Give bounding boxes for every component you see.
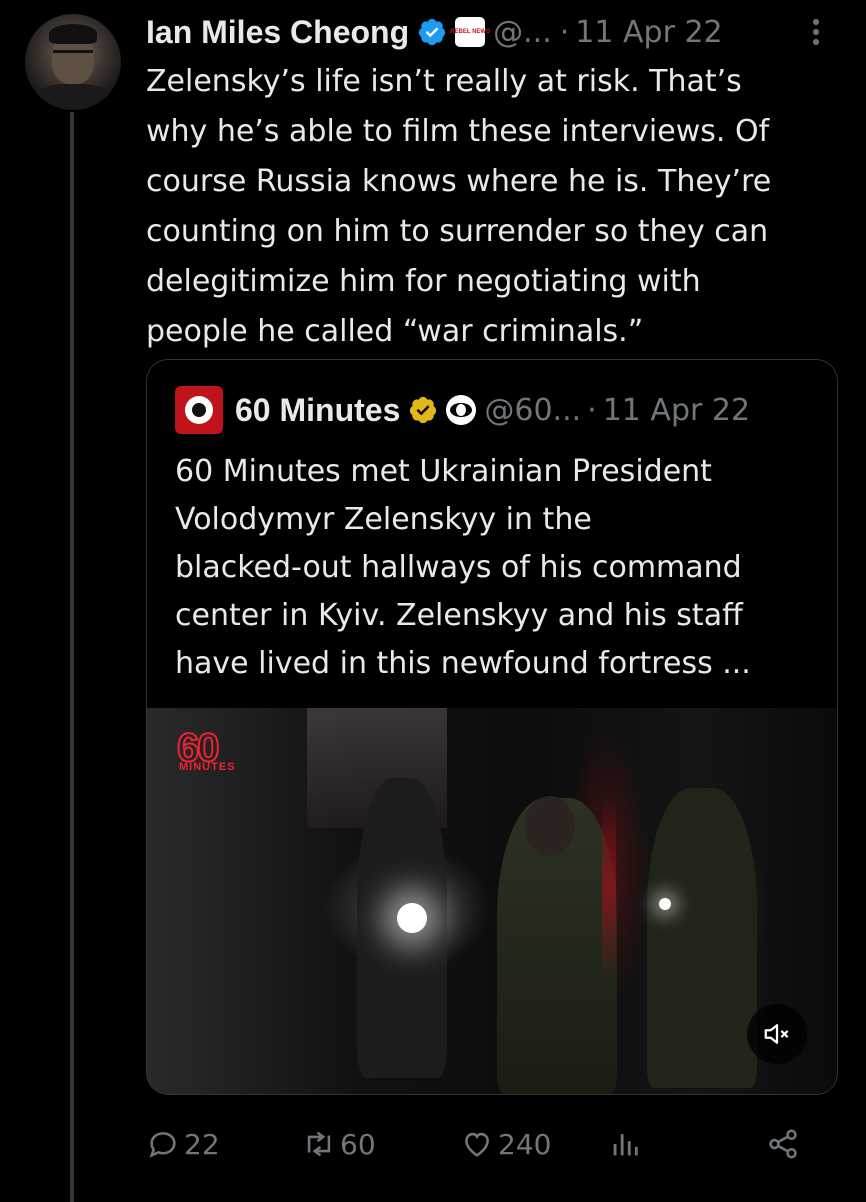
reply-count: 22 [184,1127,220,1161]
quoted-author-avatar [175,386,223,434]
retweet-button[interactable]: 60 [302,1122,376,1166]
quoted-tweet-date: 11 Apr 22 [602,392,751,428]
author-handle: @... [493,14,552,50]
video-watermark-sub: MINUTES [179,761,236,773]
separator-dot: · [559,14,570,50]
retweet-icon [307,1131,331,1157]
quoted-text-line: have lived in this newfound fortress ... [175,646,751,681]
tweet-text-line: delegitimize him for negotiating with [146,264,701,299]
author-name[interactable]: Ian Miles Cheong [146,14,409,51]
reply-button[interactable]: 22 [146,1122,220,1166]
more-options-icon[interactable] [804,14,828,50]
heart-icon [465,1132,489,1157]
verified-badge-icon[interactable] [417,17,447,47]
video-player[interactable]: 60 MINUTES [147,708,837,1094]
speaker-muted-icon [764,1024,789,1044]
quoted-tweet-text: 60 Minutes met Ukrainian President Volod… [175,448,815,688]
like-button[interactable]: 240 [460,1122,551,1166]
quoted-text-line: 60 Minutes met Ukrainian President [175,454,712,489]
author-avatar[interactable] [25,14,121,110]
retweet-count: 60 [340,1127,376,1161]
cbs-eye-icon [446,395,477,425]
quoted-author-name: 60 Minutes [235,391,401,428]
tweet-text-line: counting on him to surrender so they can [146,214,769,249]
quoted-tweet-card[interactable]: 60 Minutes @60... · 11 Apr 22 60 Minutes… [146,359,838,1095]
thread-connector-line [70,112,74,1202]
share-button[interactable] [766,1122,800,1166]
views-button[interactable] [608,1122,642,1166]
tweet-text: Zelensky’s life isn’t really at risk. Th… [146,57,846,357]
analytics-bar-icon [613,1134,638,1156]
verified-gold-badge-icon [410,396,437,424]
tweet-date[interactable]: 11 Apr 22 [575,15,722,50]
quoted-tweet-header: 60 Minutes @60... · 11 Apr 22 [175,386,751,434]
mute-button[interactable] [747,1004,807,1064]
tweet-text-line: people he called “war criminals.” [146,314,644,349]
tweet-text-line: why he’s able to film these interviews. … [146,114,770,149]
quoted-text-line: center in Kyiv. Zelenskyy and his staff [175,598,743,633]
quoted-author-handle: @60... [484,392,582,428]
quoted-text-line: blacked-out hallways of his command [175,550,742,585]
tweet-text-line: course Russia knows where he is. They’re [146,164,772,199]
separator-dot: · [587,392,597,428]
quoted-text-line: Volodymyr Zelenskyy in the [175,502,592,537]
share-icon [769,1129,797,1159]
reply-icon [149,1132,176,1158]
like-count: 240 [498,1127,552,1161]
tweet-action-bar: 22 60 240 [146,1122,836,1166]
tweet-text-line: Zelensky’s life isn’t really at risk. Th… [146,64,742,99]
tweet-header: Ian Miles Cheong REBEL NEWS @... · 11 Ap… [146,10,723,54]
affiliate-badge-icon[interactable]: REBEL NEWS [450,17,490,47]
